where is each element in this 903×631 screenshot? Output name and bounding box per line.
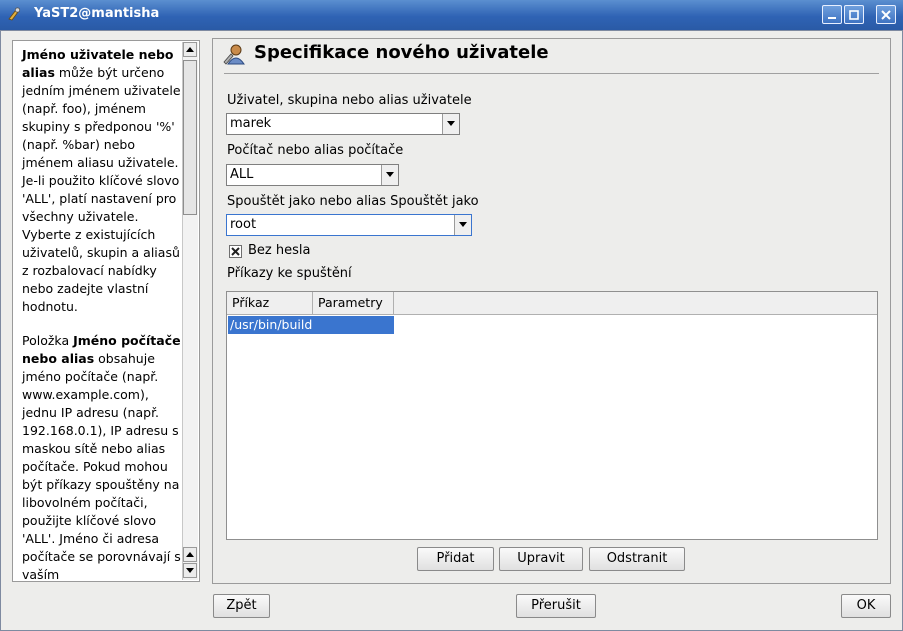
help-paragraph-1: Jméno uživatele nebo alias může být urče… xyxy=(22,46,187,316)
edit-button[interactable]: Upravit xyxy=(499,547,583,571)
scroll-down-button[interactable] xyxy=(183,563,197,578)
host-value: ALL xyxy=(230,167,254,182)
help-text-host-intro: Položka xyxy=(22,333,74,348)
minimize-button[interactable] xyxy=(822,5,842,24)
commands-table[interactable]: Příkaz Parametry /usr/bin/build xyxy=(226,291,878,540)
runas-value: root xyxy=(230,217,257,232)
cell-command: /usr/bin/build xyxy=(230,317,313,332)
add-button[interactable]: Přidat xyxy=(417,547,494,571)
column-header-command[interactable]: Příkaz xyxy=(227,292,313,314)
user-value: marek xyxy=(230,116,272,131)
minimize-icon xyxy=(828,17,836,19)
host-label: Počítač nebo alias počítače xyxy=(227,143,404,158)
table-row[interactable]: /usr/bin/build xyxy=(228,316,394,334)
maximize-button[interactable] xyxy=(844,5,864,24)
help-paragraph-2: Položka Jméno počítače nebo alias obsahu… xyxy=(22,332,187,582)
host-combobox[interactable]: ALL xyxy=(226,164,399,186)
heading-divider xyxy=(224,73,879,74)
chevron-down-icon xyxy=(386,172,394,177)
host-dropdown-button[interactable] xyxy=(381,165,398,185)
column-header-parameters[interactable]: Parametry xyxy=(313,292,394,314)
arrow-up-icon xyxy=(186,552,194,557)
page-title: Specifikace nového uživatele xyxy=(254,42,549,63)
runas-dropdown-button[interactable] xyxy=(454,215,471,235)
help-text-host: obsahuje jméno počítače (např. www.examp… xyxy=(22,351,181,582)
runas-combobox[interactable]: root xyxy=(226,214,472,236)
close-button[interactable] xyxy=(876,5,896,24)
checkmark-icon xyxy=(231,247,240,256)
arrow-up-icon xyxy=(186,47,194,52)
abort-button[interactable]: Přerušit xyxy=(516,594,596,618)
yast-app-icon xyxy=(8,7,21,21)
window-title: YaST2@mantisha xyxy=(34,6,160,21)
delete-button[interactable]: Odstranit xyxy=(589,547,685,571)
user-dropdown-button[interactable] xyxy=(442,114,459,134)
ok-button[interactable]: OK xyxy=(841,594,891,618)
table-header: Příkaz Parametry xyxy=(227,292,877,315)
maximize-icon xyxy=(849,10,859,20)
help-text: Jméno uživatele nebo alias může být urče… xyxy=(22,46,187,582)
scrollbar-thumb[interactable] xyxy=(183,60,197,215)
nopasswd-label[interactable]: Bez hesla xyxy=(248,243,310,258)
user-settings-icon xyxy=(223,44,245,65)
help-scrollbar[interactable] xyxy=(182,42,198,580)
back-button[interactable]: Zpět xyxy=(213,594,270,618)
chevron-down-icon xyxy=(459,222,467,227)
nopasswd-checkbox[interactable] xyxy=(229,245,242,258)
close-icon xyxy=(881,10,891,20)
commands-label: Příkazy ke spuštění xyxy=(227,266,352,281)
scroll-up-button-bottom[interactable] xyxy=(183,547,197,562)
user-combobox[interactable]: marek xyxy=(226,113,460,135)
help-text-user: může být určeno jedním jménem uživatele … xyxy=(22,65,181,314)
arrow-down-icon xyxy=(186,568,194,573)
scroll-up-button[interactable] xyxy=(183,42,197,57)
user-label: Uživatel, skupina nebo alias uživatele xyxy=(227,93,472,108)
chevron-down-icon xyxy=(447,121,455,126)
window-titlebar: YaST2@mantisha xyxy=(0,0,903,30)
runas-label: Spouštět jako nebo alias Spouštět jako xyxy=(227,194,479,209)
help-panel[interactable]: Jméno uživatele nebo alias může být urče… xyxy=(12,40,200,582)
